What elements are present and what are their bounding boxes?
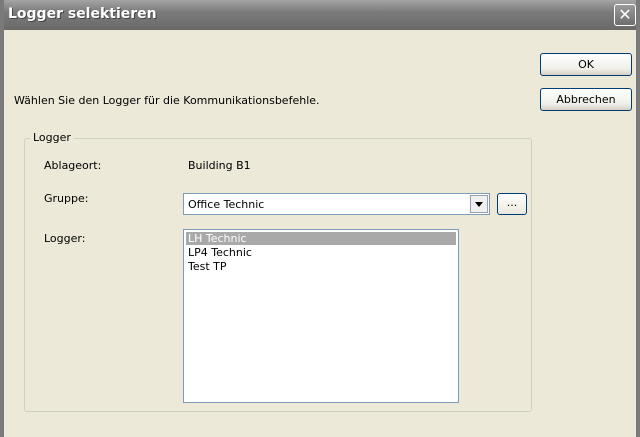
title-bar[interactable]: Logger selektieren ✕ [4, 0, 636, 30]
ok-button[interactable]: OK [540, 53, 632, 76]
groupbox-label: Logger [30, 131, 74, 144]
logger-listbox[interactable]: LH Technic LP4 Technic Test TP [183, 229, 459, 403]
dropdown-arrow-icon[interactable] [470, 195, 488, 213]
logger-select-dialog: Logger selektieren ✕ Wählen Sie den Logg… [0, 0, 640, 437]
browse-button[interactable]: ... [497, 193, 527, 215]
instruction-text: Wählen Sie den Logger für die Kommunikat… [14, 94, 320, 107]
ablageort-value: Building B1 [188, 159, 251, 172]
list-item[interactable]: LP4 Technic [186, 246, 456, 259]
list-item[interactable]: Test TP [186, 260, 456, 273]
gruppe-label: Gruppe: [44, 192, 89, 205]
list-item[interactable]: LH Technic [186, 232, 456, 245]
close-icon: ✕ [618, 5, 632, 24]
gruppe-selected-value: Office Technic [188, 198, 265, 211]
cancel-button[interactable]: Abbrechen [540, 88, 632, 111]
close-button[interactable]: ✕ [614, 4, 636, 26]
gruppe-dropdown[interactable]: Office Technic [183, 193, 490, 215]
logger-label: Logger: [44, 232, 86, 245]
ablageort-label: Ablageort: [44, 159, 102, 172]
window-title: Logger selektieren [8, 6, 157, 22]
